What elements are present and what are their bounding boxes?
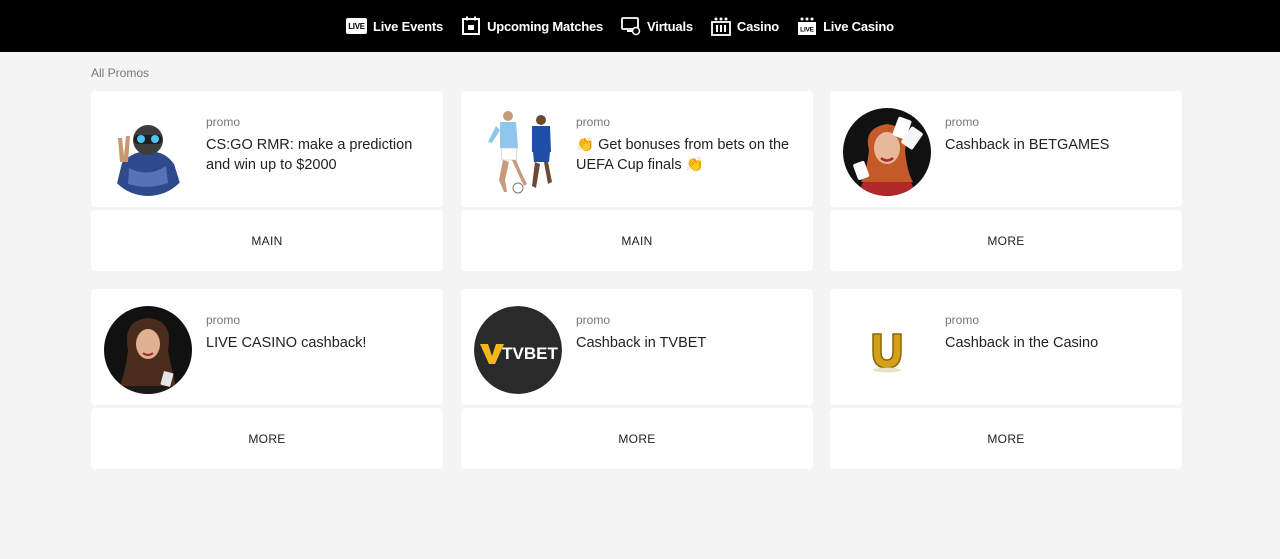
promo-card-body[interactable]: promo LIVE CASINO cashback!: [91, 289, 443, 405]
promo-title: Cashback in BETGAMES: [945, 137, 1110, 153]
nav-item-live-events[interactable]: LIVE Live Events: [346, 18, 443, 34]
promo-label: promo: [206, 313, 241, 327]
promo-card: promo CS:GO RMR: make a prediction and w…: [91, 91, 443, 271]
tvbet-logo-text: TVBET: [502, 344, 558, 363]
promo-card: promo 👏 Get bonuses from bets on the UEF…: [461, 91, 813, 271]
football-players-image: [474, 108, 562, 196]
promo-card: TVBET promo Cashback in TVBET MORE: [461, 289, 813, 469]
golden-horseshoe-image: [843, 306, 931, 394]
calendar-icon: [461, 16, 481, 36]
card-dealer-image: [843, 108, 931, 196]
promo-card-body[interactable]: promo Cashback in BETGAMES: [830, 91, 1182, 207]
promo-card-body[interactable]: TVBET promo Cashback in TVBET: [461, 289, 813, 405]
promo-action-button[interactable]: MORE: [461, 408, 813, 469]
promo-action-button[interactable]: MORE: [830, 210, 1182, 271]
monitor-icon: [621, 16, 641, 36]
promo-card-body[interactable]: promo 👏 Get bonuses from bets on the UEF…: [461, 91, 813, 207]
nav-item-label: Live Events: [373, 18, 444, 34]
nav-item-casino[interactable]: Casino: [711, 16, 779, 36]
promo-title: LIVE CASINO cashback!: [206, 335, 367, 351]
nav-item-label: Virtuals: [647, 18, 693, 34]
nav-item-label: Casino: [736, 18, 780, 34]
promo-action-button[interactable]: MORE: [91, 408, 443, 469]
promo-title: CS:GO RMR: make a prediction and win up …: [206, 137, 413, 173]
promo-action-button[interactable]: MAIN: [91, 210, 443, 271]
nav-item-label: Live Casino: [823, 18, 894, 34]
promo-action-button[interactable]: MAIN: [461, 210, 813, 271]
promo-card: promo Cashback in BETGAMES MORE: [830, 91, 1182, 271]
promo-card: promo Cashback in the Casino MORE: [830, 289, 1182, 469]
promo-title: Cashback in the Casino: [945, 335, 1099, 351]
section-title: All Promos: [91, 66, 150, 80]
promo-label: promo: [206, 115, 241, 129]
main-nav: LIVE Live Events Upcoming Matches Virtua…: [346, 0, 912, 52]
casino-icon: [711, 16, 731, 36]
nav-item-label: Upcoming Matches: [487, 18, 604, 34]
promo-action-button[interactable]: MORE: [830, 408, 1182, 469]
live-casino-badge: LIVE: [800, 27, 815, 34]
promo-title: 👏 Get bonuses from bets on the UEFA Cup …: [576, 137, 790, 173]
live-casino-icon: LIVE: [797, 16, 817, 36]
promo-card: promo LIVE CASINO cashback! MORE: [91, 289, 443, 469]
promo-label: promo: [576, 313, 611, 327]
promo-label: promo: [945, 115, 980, 129]
promo-label: promo: [576, 115, 611, 129]
tvbet-logo-image: TVBET: [474, 306, 562, 394]
live-icon: LIVE: [346, 18, 367, 34]
promo-label: promo: [945, 313, 980, 327]
promo-title: Cashback in TVBET: [576, 335, 707, 351]
nav-item-live-casino[interactable]: LIVE Live Casino: [797, 16, 894, 36]
nav-item-virtuals[interactable]: Virtuals: [621, 16, 693, 36]
live-dealer-image: [104, 306, 192, 394]
nav-item-upcoming-matches[interactable]: Upcoming Matches: [461, 16, 603, 36]
promo-card-body[interactable]: promo CS:GO RMR: make a prediction and w…: [91, 91, 443, 207]
csgo-soldier-image: [104, 108, 192, 196]
promo-card-body[interactable]: promo Cashback in the Casino: [830, 289, 1182, 405]
top-nav-bar: LIVE Live Events Upcoming Matches Virtua…: [0, 0, 1280, 52]
